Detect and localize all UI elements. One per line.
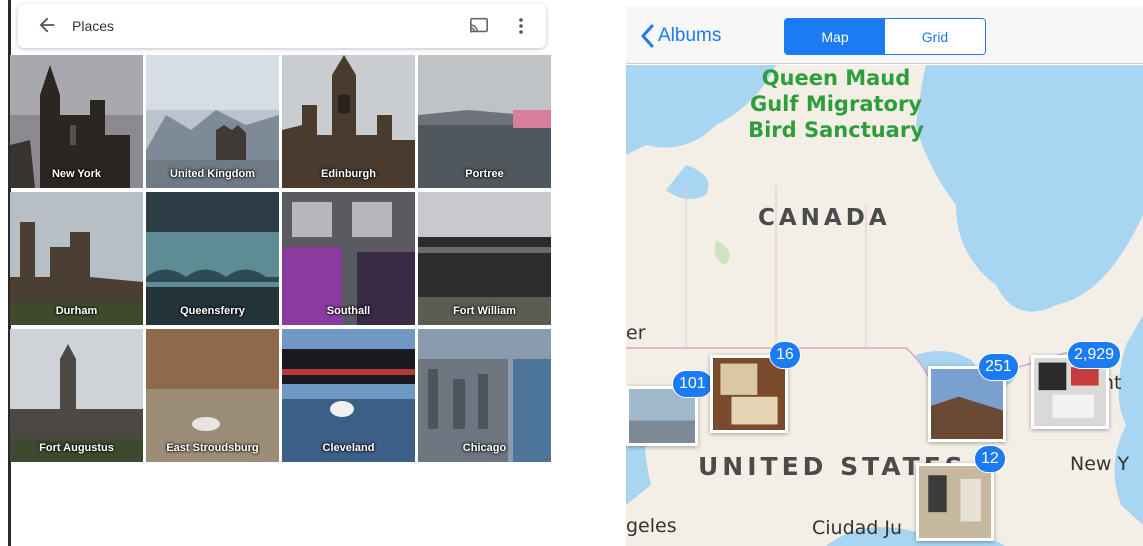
more-vert-icon[interactable] (516, 16, 526, 36)
place-label: Portree (465, 168, 504, 180)
map-nav-bar: Albums Map Grid (626, 6, 1143, 64)
place-tile-portree[interactable]: Portree (418, 55, 551, 188)
place-label: United Kingdom (170, 168, 255, 180)
place-label: Queensferry (180, 305, 245, 317)
place-tile-cleveland[interactable]: Cleveland (282, 329, 415, 462)
place-tile-fort-william[interactable]: Fort William (418, 192, 551, 325)
apple-photos-map-screen: Albums Map Grid Queen Maud Gulf Migrator… (626, 6, 1143, 546)
place-label: Cleveland (322, 442, 375, 454)
map-label-city: geles (626, 515, 677, 537)
cluster-count-badge[interactable]: 16 (769, 341, 801, 369)
map-label-sanctuary: Queen Maud Gulf Migratory Bird Sanctuary (726, 65, 946, 143)
places-app-bar: Places (18, 4, 546, 48)
map-label-city: er (626, 322, 646, 344)
sanctuary-line: Gulf Migratory (750, 92, 922, 116)
place-tile-new-york[interactable]: New York (10, 55, 143, 188)
place-label: Fort Augustus (39, 442, 114, 454)
cluster-count-badge[interactable]: 101 (672, 370, 713, 398)
google-photos-places-screen: Places New York United Kingdom Edinburgh… (8, 0, 552, 546)
place-label: New York (51, 168, 102, 180)
place-tile-united-kingdom[interactable]: United Kingdom (146, 55, 279, 188)
place-tile-durham[interactable]: Durham (10, 192, 143, 325)
map-label-city: New Y (1070, 453, 1130, 475)
back-arrow-icon[interactable] (36, 14, 58, 36)
cluster-count-badge[interactable]: 251 (978, 353, 1019, 381)
place-tile-fort-augustus[interactable]: Fort Augustus (10, 329, 143, 462)
page-title: Places (72, 18, 115, 34)
photo-cluster-pin[interactable] (916, 463, 994, 541)
place-label: East Stroudsburg (166, 442, 259, 454)
sanctuary-line: Bird Sanctuary (748, 118, 924, 142)
place-tile-queensferry[interactable]: Queensferry (146, 192, 279, 325)
segment-map[interactable]: Map (785, 19, 885, 54)
photo-map[interactable]: Queen Maud Gulf Migratory Bird Sanctuary… (626, 65, 1143, 546)
map-label-canada: CANADA (758, 205, 891, 231)
place-label: Southall (326, 305, 371, 317)
chevron-left-icon (641, 24, 654, 48)
place-tile-southall[interactable]: Southall (282, 192, 415, 325)
place-tile-east-stroudsburg[interactable]: East Stroudsburg (146, 329, 279, 462)
cluster-count-badge[interactable]: 12 (974, 445, 1006, 473)
cast-icon[interactable] (468, 16, 490, 36)
place-tile-edinburgh[interactable]: Edinburgh (282, 55, 415, 188)
segment-grid[interactable]: Grid (885, 19, 985, 54)
cluster-thumbnail (919, 466, 991, 538)
place-tile-chicago[interactable]: Chicago (418, 329, 551, 462)
albums-back-label: Albums (658, 25, 722, 46)
place-label: Durham (55, 305, 98, 317)
place-label: Fort William (453, 305, 516, 317)
place-label: Edinburgh (321, 168, 376, 180)
albums-back-button[interactable]: Albums (640, 24, 721, 48)
place-label: Chicago (462, 442, 507, 454)
cluster-count-badge[interactable]: 2,929 (1067, 341, 1122, 369)
view-segmented-control: Map Grid (784, 18, 986, 55)
cluster-thumbnail (713, 358, 785, 430)
map-label-city: Ciudad Ju (812, 517, 903, 539)
sanctuary-line: Queen Maud (761, 66, 911, 90)
places-grid: New York United Kingdom Edinburgh Portre… (10, 55, 551, 465)
